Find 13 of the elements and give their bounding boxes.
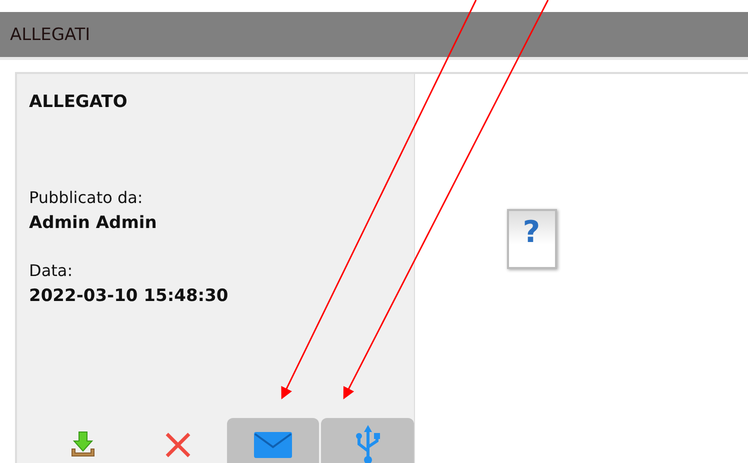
download-icon <box>70 431 96 459</box>
email-button[interactable] <box>226 418 320 463</box>
usb-icon <box>354 425 381 463</box>
field-value: 2022-03-10 15:48:30 <box>29 286 230 306</box>
attachment-title: ALLEGATO <box>29 92 128 114</box>
field-value: Admin Admin <box>29 213 158 233</box>
header-title: ALLEGATI <box>10 24 90 44</box>
email-icon <box>254 432 292 458</box>
field-label: Pubblicato da: <box>29 188 144 207</box>
usb-button[interactable] <box>321 418 414 463</box>
field-label: Data: <box>29 261 74 280</box>
delete-icon <box>164 431 192 459</box>
unknown-file-icon: ? <box>506 209 556 269</box>
